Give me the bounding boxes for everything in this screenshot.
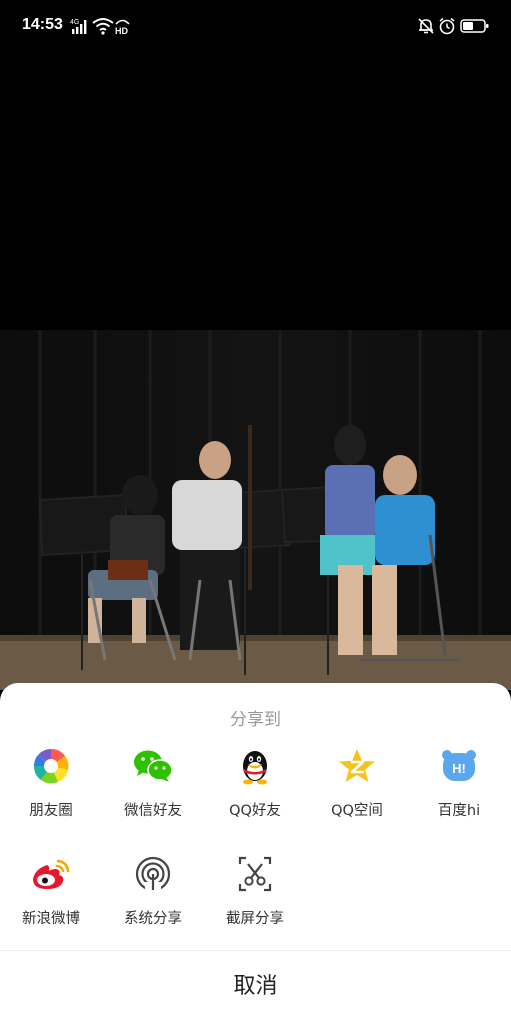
- share-label: 朋友圈: [29, 803, 73, 819]
- wifi-icon: [92, 18, 114, 35]
- share-label: 微信好友: [124, 803, 182, 819]
- moments-icon: [30, 745, 72, 787]
- share-sheet: 分享到 朋友圈 微信好友 QQ好友 QQ空间 H! 百度hi 新浪微博 系统分享…: [0, 683, 511, 1020]
- svg-text:HD: HD: [115, 26, 128, 35]
- share-label: 新浪微博: [22, 911, 80, 927]
- hd-icon: HD: [115, 19, 130, 35]
- share-moments[interactable]: 朋友圈: [0, 745, 102, 820]
- share-qq[interactable]: QQ好友: [204, 745, 306, 820]
- share-weibo[interactable]: 新浪微博: [0, 853, 102, 928]
- share-label: 系统分享: [124, 911, 182, 927]
- status-time: 14:53: [22, 16, 63, 33]
- share-wechat[interactable]: 微信好友: [102, 745, 204, 820]
- share-screenshot[interactable]: 截屏分享: [204, 853, 306, 928]
- svg-text:4G: 4G: [70, 19, 79, 26]
- svg-text:H!: H!: [452, 761, 466, 776]
- share-label: QQ空间: [331, 803, 383, 819]
- system-share-icon: [132, 853, 174, 895]
- qzone-icon: [336, 745, 378, 787]
- baidu-hi-icon: H!: [438, 745, 480, 787]
- share-label: QQ好友: [229, 803, 281, 819]
- status-bar: 14:53 4G HD: [0, 0, 511, 52]
- concert-photo: [0, 330, 511, 690]
- weibo-icon: [30, 853, 72, 895]
- screenshot-share-icon: [234, 853, 276, 895]
- share-qzone[interactable]: QQ空间: [306, 745, 408, 820]
- share-baidu-hi[interactable]: H! 百度hi: [408, 745, 510, 820]
- share-system[interactable]: 系统分享: [102, 853, 204, 928]
- signal-icon: 4G: [70, 19, 87, 34]
- mute-bell-icon: [418, 18, 434, 34]
- qq-icon: [234, 745, 276, 787]
- share-label: 截屏分享: [226, 911, 284, 927]
- cancel-button[interactable]: 取消: [0, 951, 511, 1017]
- wechat-icon: [132, 745, 174, 787]
- share-label: 百度hi: [437, 803, 481, 819]
- alarm-icon: [439, 17, 455, 35]
- sheet-title: 分享到: [230, 710, 281, 730]
- battery-icon: [460, 19, 489, 33]
